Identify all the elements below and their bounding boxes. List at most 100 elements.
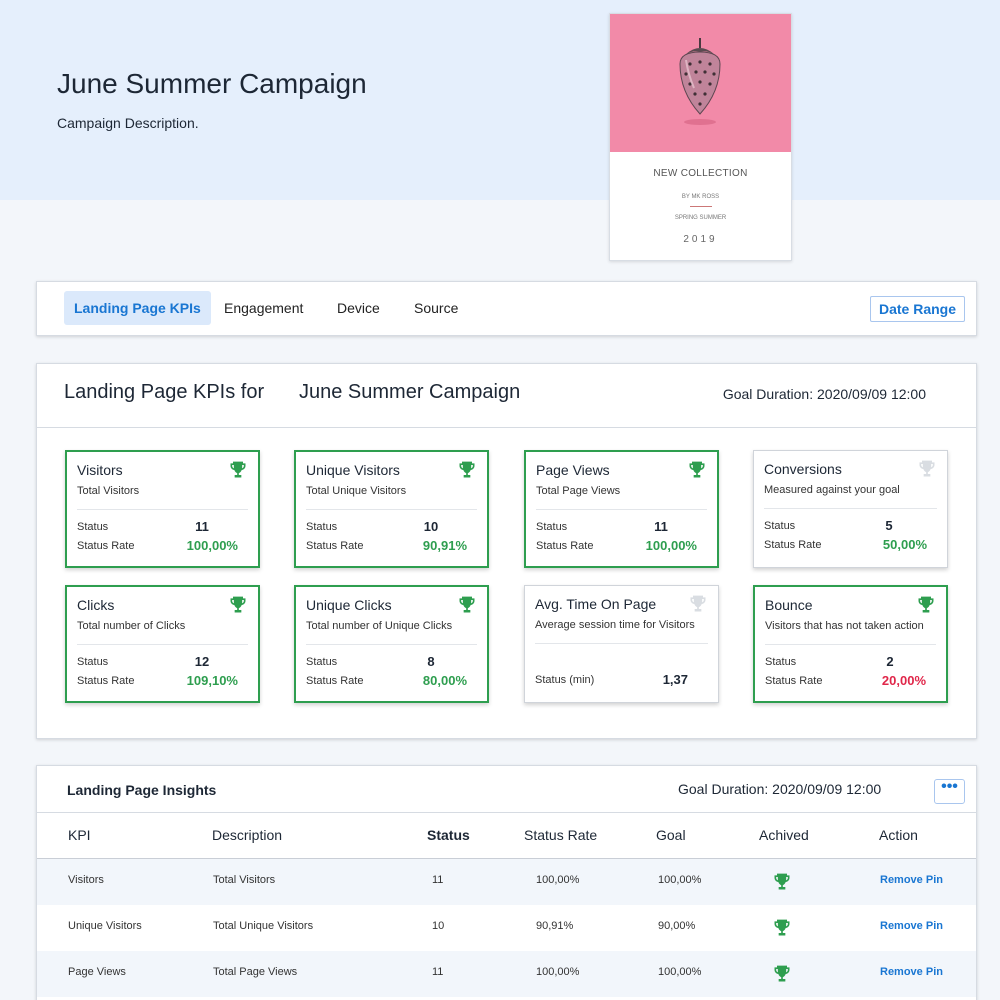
- trophy-icon: [687, 460, 707, 480]
- kpi-card-avg-time-on-page[interactable]: Avg. Time On Page Average session time f…: [524, 585, 719, 703]
- kpi-card-divider: [764, 508, 937, 509]
- cell-kpi: Visitors: [68, 874, 104, 886]
- trophy-icon: [457, 595, 477, 615]
- strawberry-image: [610, 14, 791, 152]
- table-row: Unique Visitors Total Unique Visitors 10…: [37, 905, 976, 951]
- cell-goal: 100,00%: [658, 874, 702, 886]
- cell-description: Total Visitors: [213, 874, 276, 886]
- tabs-bar: Landing Page KPIs Engagement Device Sour…: [36, 281, 977, 336]
- column-header-goal[interactable]: Goal: [656, 827, 686, 843]
- cell-status: 11: [432, 874, 444, 886]
- kpi-card-title: Unique Clicks: [306, 597, 392, 613]
- kpi-card-subtitle: Average session time for Visitors: [535, 619, 695, 631]
- cell-description: Total Page Views: [213, 966, 298, 978]
- kpi-card-bounce[interactable]: Bounce Visitors that has not taken actio…: [753, 585, 948, 703]
- insights-table-header: KPI Description Status Status Rate Goal …: [37, 812, 976, 859]
- kpi-card-status-value: 8: [427, 654, 435, 669]
- kpi-card-status-label: Status: [764, 520, 796, 532]
- kpi-card-subtitle: Visitors that has not taken action: [765, 620, 924, 632]
- cell-goal: 100,00%: [658, 966, 702, 978]
- kpi-card-page-views[interactable]: Page Views Total Page Views Status 11 St…: [524, 450, 719, 568]
- kpi-card-rate-value: 1,37: [662, 672, 688, 687]
- trophy-icon: [228, 460, 248, 480]
- cover-heading: NEW COLLECTION: [653, 168, 748, 179]
- campaign-header: June Summer Campaign Campaign Descriptio…: [0, 0, 1000, 200]
- kpi-card-rate-label: Status Rate: [77, 675, 135, 687]
- kpi-card-divider: [535, 643, 708, 644]
- tab-device[interactable]: Device: [327, 291, 390, 325]
- campaign-description: Campaign Description.: [57, 115, 199, 131]
- cell-goal: 90,00%: [658, 920, 696, 932]
- tab-engagement[interactable]: Engagement: [214, 291, 313, 325]
- kpi-card-title: Bounce: [765, 597, 813, 613]
- kpi-card-subtitle: Measured against your goal: [764, 484, 900, 496]
- date-range-button[interactable]: Date Range: [869, 296, 965, 322]
- more-options-button[interactable]: •••: [934, 779, 965, 804]
- column-header-description[interactable]: Description: [212, 827, 282, 843]
- kpi-card-title: Visitors: [77, 462, 123, 478]
- column-header-kpi[interactable]: KPI: [68, 827, 91, 843]
- insights-goal-duration: Goal Duration: 2020/09/09 12:00: [678, 781, 882, 797]
- kpi-card-rate-label: Status Rate: [764, 539, 822, 551]
- kpi-card-title: Clicks: [77, 597, 115, 613]
- trophy-icon: [916, 595, 936, 615]
- kpi-card-divider: [77, 644, 248, 645]
- kpi-card-status-value: 5: [885, 518, 893, 533]
- cell-status-rate: 100,00%: [536, 966, 580, 978]
- cell-status: 10: [432, 920, 445, 932]
- kpi-card-divider: [536, 509, 707, 510]
- kpi-card-subtitle: Total number of Unique Clicks: [306, 620, 453, 632]
- cell-description: Total Unique Visitors: [213, 920, 314, 932]
- cell-kpi: Unique Visitors: [68, 920, 142, 932]
- kpi-card-rate-value: 20,00%: [881, 673, 926, 688]
- kpi-card-rate-value: 109,10%: [186, 673, 238, 688]
- kpi-card-unique-clicks[interactable]: Unique Clicks Total number of Unique Cli…: [294, 585, 489, 703]
- kpi-card-status-value: 11: [654, 519, 668, 534]
- kpi-card-status-label: Status: [77, 521, 109, 533]
- tab-source[interactable]: Source: [404, 291, 468, 325]
- cover-season: SPRING SUMMER: [674, 215, 727, 221]
- column-header-achieved[interactable]: Achived: [759, 827, 809, 843]
- kpi-card-rate-value: 50,00%: [882, 537, 927, 552]
- trophy-icon: [688, 594, 708, 614]
- kpi-card-rate-label: Status Rate: [77, 540, 135, 552]
- goal-duration: Goal Duration: 2020/09/09 12:00: [722, 386, 926, 402]
- column-header-action[interactable]: Action: [879, 827, 918, 843]
- kpi-card-status-value: 11: [195, 519, 209, 534]
- kpi-card-unique-visitors[interactable]: Unique Visitors Total Unique Visitors St…: [294, 450, 489, 568]
- remove-pin-link[interactable]: Remove Pin: [880, 966, 943, 978]
- kpi-card-clicks[interactable]: Clicks Total number of Clicks Status 12 …: [65, 585, 260, 703]
- kpi-card-subtitle: Total number of Clicks: [77, 620, 186, 632]
- table-row: Page Views Total Page Views 11 100,00% 1…: [37, 951, 976, 997]
- tab-landing-page-kpis[interactable]: Landing Page KPIs: [64, 291, 211, 325]
- trophy-icon: [772, 918, 792, 938]
- kpi-card-status-value: 12: [194, 654, 210, 669]
- kpi-card-status-label: Status: [765, 656, 797, 668]
- kpi-card-rate-value: 100,00%: [186, 538, 238, 553]
- kpi-card-subtitle: Total Visitors: [77, 485, 140, 497]
- kpi-card-status-label: Status: [306, 656, 338, 668]
- kpi-card-rate-label: Status Rate: [306, 540, 364, 552]
- remove-pin-link[interactable]: Remove Pin: [880, 920, 943, 932]
- cover-divider: [690, 206, 712, 207]
- kpi-card-status-label: Status: [536, 521, 568, 533]
- kpi-card-divider: [306, 509, 477, 510]
- kpi-card-rate-label: Status (min): [535, 674, 595, 686]
- kpi-card-rate-value: 80,00%: [422, 673, 467, 688]
- trophy-icon: [917, 459, 937, 479]
- kpi-card-conversions[interactable]: Conversions Measured against your goal S…: [753, 450, 948, 568]
- kpi-card-status-value: 2: [886, 654, 894, 669]
- kpi-panel-title: Landing Page KPIs for: [64, 381, 265, 403]
- column-header-status[interactable]: Status: [427, 827, 470, 843]
- kpi-card-rate-value: 100,00%: [645, 538, 697, 553]
- kpi-card-status-value: 10: [423, 519, 439, 534]
- kpi-panel-header: Landing Page KPIs for June Summer Campai…: [37, 364, 976, 428]
- trophy-icon: [772, 872, 792, 892]
- remove-pin-link[interactable]: Remove Pin: [880, 874, 943, 886]
- kpi-card-title: Unique Visitors: [306, 462, 400, 478]
- kpi-card-status-label: Status: [306, 521, 338, 533]
- kpi-card-visitors[interactable]: Visitors Total Visitors Status 11 Status…: [65, 450, 260, 568]
- column-header-status-rate[interactable]: Status Rate: [524, 827, 597, 843]
- kpi-card-rate-label: Status Rate: [536, 540, 594, 552]
- kpi-card-title: Conversions: [764, 461, 842, 477]
